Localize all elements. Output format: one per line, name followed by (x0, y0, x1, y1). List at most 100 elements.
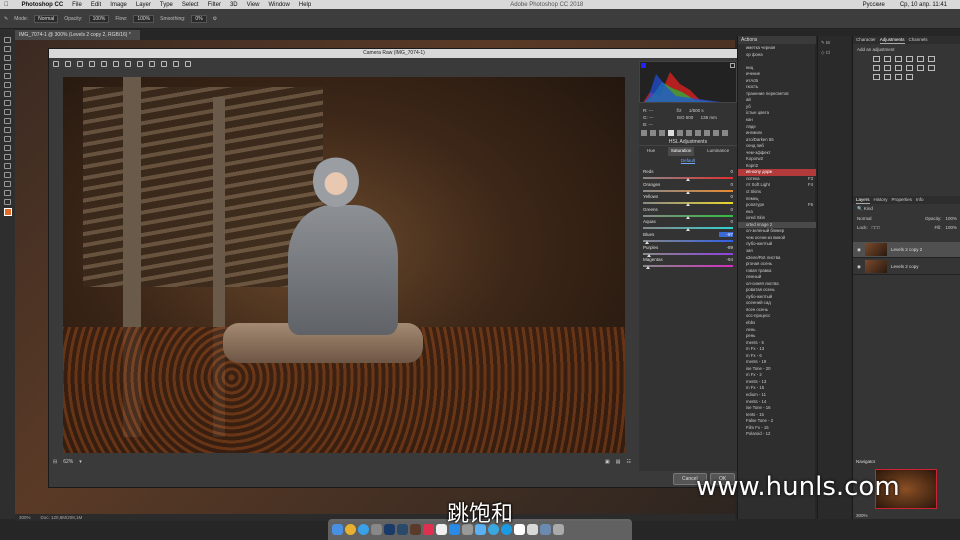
brightness-icon[interactable] (873, 56, 880, 62)
tab-layers[interactable]: Layers (856, 196, 870, 204)
color-balance-icon[interactable] (873, 65, 880, 71)
exposure-icon[interactable] (906, 56, 913, 62)
slider-track[interactable] (643, 265, 733, 268)
presets-icon[interactable] (713, 130, 719, 136)
menu-3d[interactable]: 3D (230, 2, 238, 8)
tone-curve-icon[interactable] (650, 130, 656, 136)
slider-greens[interactable]: Greens 0 (643, 207, 733, 220)
path-select-icon[interactable] (4, 181, 11, 187)
slider-knob[interactable] (686, 178, 690, 181)
slider-value[interactable]: 0 (719, 169, 733, 174)
slider-knob[interactable] (645, 266, 650, 270)
hue-sat-icon[interactable] (928, 56, 935, 62)
slider-purples[interactable]: Purples -89 (643, 245, 733, 258)
mode-select[interactable]: Normal (34, 14, 59, 23)
slider-knob[interactable] (686, 228, 690, 232)
apple-icon[interactable]:  (4, 2, 9, 8)
bw-icon[interactable] (884, 65, 891, 71)
eyedropper-tool-icon[interactable] (4, 82, 11, 88)
preview-image[interactable] (63, 77, 625, 453)
straighten-icon[interactable] (125, 61, 131, 67)
menu-view[interactable]: View (247, 2, 260, 8)
zoom-menu-icon[interactable]: ▾ (79, 459, 82, 465)
split-toning-icon[interactable] (677, 130, 683, 136)
eraser-tool-icon[interactable] (4, 127, 11, 133)
smoothing-field[interactable]: 0% (191, 14, 207, 23)
marquee-tool-icon[interactable] (4, 46, 11, 52)
slider-oranges[interactable]: Oranges 0 (643, 182, 733, 195)
targeted-adjust-icon[interactable] (101, 61, 107, 67)
slider-magentas[interactable]: Magentas -94 (643, 257, 733, 270)
fx-icon[interactable] (695, 130, 701, 136)
graduated-filter-icon[interactable] (173, 61, 179, 67)
layer-filter[interactable]: 🔍 Kind (853, 204, 960, 214)
detail-icon[interactable] (659, 130, 665, 136)
layer-row[interactable]: ◉ Levels 2 copy 2 (853, 242, 960, 258)
slider-blues[interactable]: Blues -97 (643, 232, 733, 245)
preferences-icon[interactable]: ☷ (627, 459, 631, 465)
slider-knob[interactable] (647, 253, 652, 257)
slider-value[interactable]: 0 (719, 207, 733, 212)
spot-removal-icon[interactable] (137, 61, 143, 67)
history-brush-icon[interactable] (4, 118, 11, 124)
menu-edit[interactable]: Edit (91, 2, 101, 8)
kind-select[interactable]: Kind (864, 206, 873, 211)
lock-icon[interactable]: □□□ (872, 225, 880, 230)
color-swatches-icon[interactable] (3, 208, 12, 216)
slider-track[interactable] (643, 240, 733, 242)
language-indicator[interactable]: Русские (863, 2, 885, 8)
lasso-tool-icon[interactable] (4, 55, 11, 61)
layer-opacity-field[interactable]: 100% (945, 216, 957, 221)
blend-mode-select[interactable]: Normal (857, 216, 872, 221)
menu-filter[interactable]: Filter (208, 2, 221, 8)
selective-color-icon[interactable] (906, 74, 913, 80)
document-tab[interactable]: IMG_7074-1 @ 300% (Levels 2 copy 2, RGB/… (15, 30, 140, 40)
zoom-icon[interactable] (53, 61, 59, 67)
tab-hue[interactable]: Hue (644, 147, 658, 156)
slider-value[interactable]: 0 (719, 219, 733, 224)
shadow-clip-icon[interactable] (641, 63, 646, 68)
brush-panel-icon[interactable]: ✎ Br (821, 40, 848, 46)
eye-icon[interactable]: ◉ (857, 247, 861, 253)
pen-tool-icon[interactable] (4, 163, 11, 169)
slider-knob[interactable] (644, 241, 649, 244)
menu-help[interactable]: Help (299, 2, 311, 8)
tab-info[interactable]: Info (916, 196, 924, 204)
slider-yellows[interactable]: Yellows 0 (643, 194, 733, 207)
crop-icon[interactable] (113, 61, 119, 67)
slider-knob[interactable] (686, 215, 690, 219)
default-link[interactable]: Default (639, 158, 737, 163)
tab-luminance[interactable]: Luminance (704, 147, 732, 156)
gradient-map-icon[interactable] (895, 74, 902, 80)
gradient-tool-icon[interactable] (4, 136, 11, 142)
color-lookup-icon[interactable] (917, 65, 924, 71)
clone-panel-icon[interactable]: ◇ Cl (821, 50, 848, 56)
lens-icon[interactable] (686, 130, 692, 136)
highlight-clip-icon[interactable] (730, 63, 735, 68)
app-name[interactable]: Photoshop CC (22, 2, 64, 8)
hsl-icon[interactable] (668, 130, 674, 136)
menu-image[interactable]: Image (110, 2, 127, 8)
invert-icon[interactable] (928, 65, 935, 71)
layer-row[interactable]: ◉ Levels 2 copy (853, 259, 960, 275)
menu-layer[interactable]: Layer (136, 2, 151, 8)
tab-saturation[interactable]: Saturation (667, 147, 695, 156)
slider-reds[interactable]: Reds 0 (643, 169, 733, 182)
blur-tool-icon[interactable] (4, 145, 11, 151)
stamp-tool-icon[interactable] (4, 109, 11, 115)
snapshots-icon[interactable] (722, 130, 728, 136)
slider-knob[interactable] (686, 203, 690, 207)
tab-channels[interactable]: Channels (909, 36, 928, 44)
photo-filter-icon[interactable] (895, 65, 902, 71)
quick-select-tool-icon[interactable] (4, 64, 11, 70)
fill-field[interactable]: 100% (945, 225, 957, 230)
slider-value[interactable]: 0 (719, 194, 733, 199)
white-balance-icon[interactable] (77, 61, 83, 67)
slider-value[interactable]: -97 (719, 232, 733, 237)
toggle-settings-icon[interactable]: ▤ (616, 459, 621, 465)
threshold-icon[interactable] (884, 74, 891, 80)
camera-calibration-icon[interactable] (704, 130, 710, 136)
tab-properties[interactable]: Properties (892, 196, 913, 204)
move-tool-icon[interactable] (4, 37, 11, 43)
zoom-out-icon[interactable]: ⊟ (53, 459, 57, 465)
